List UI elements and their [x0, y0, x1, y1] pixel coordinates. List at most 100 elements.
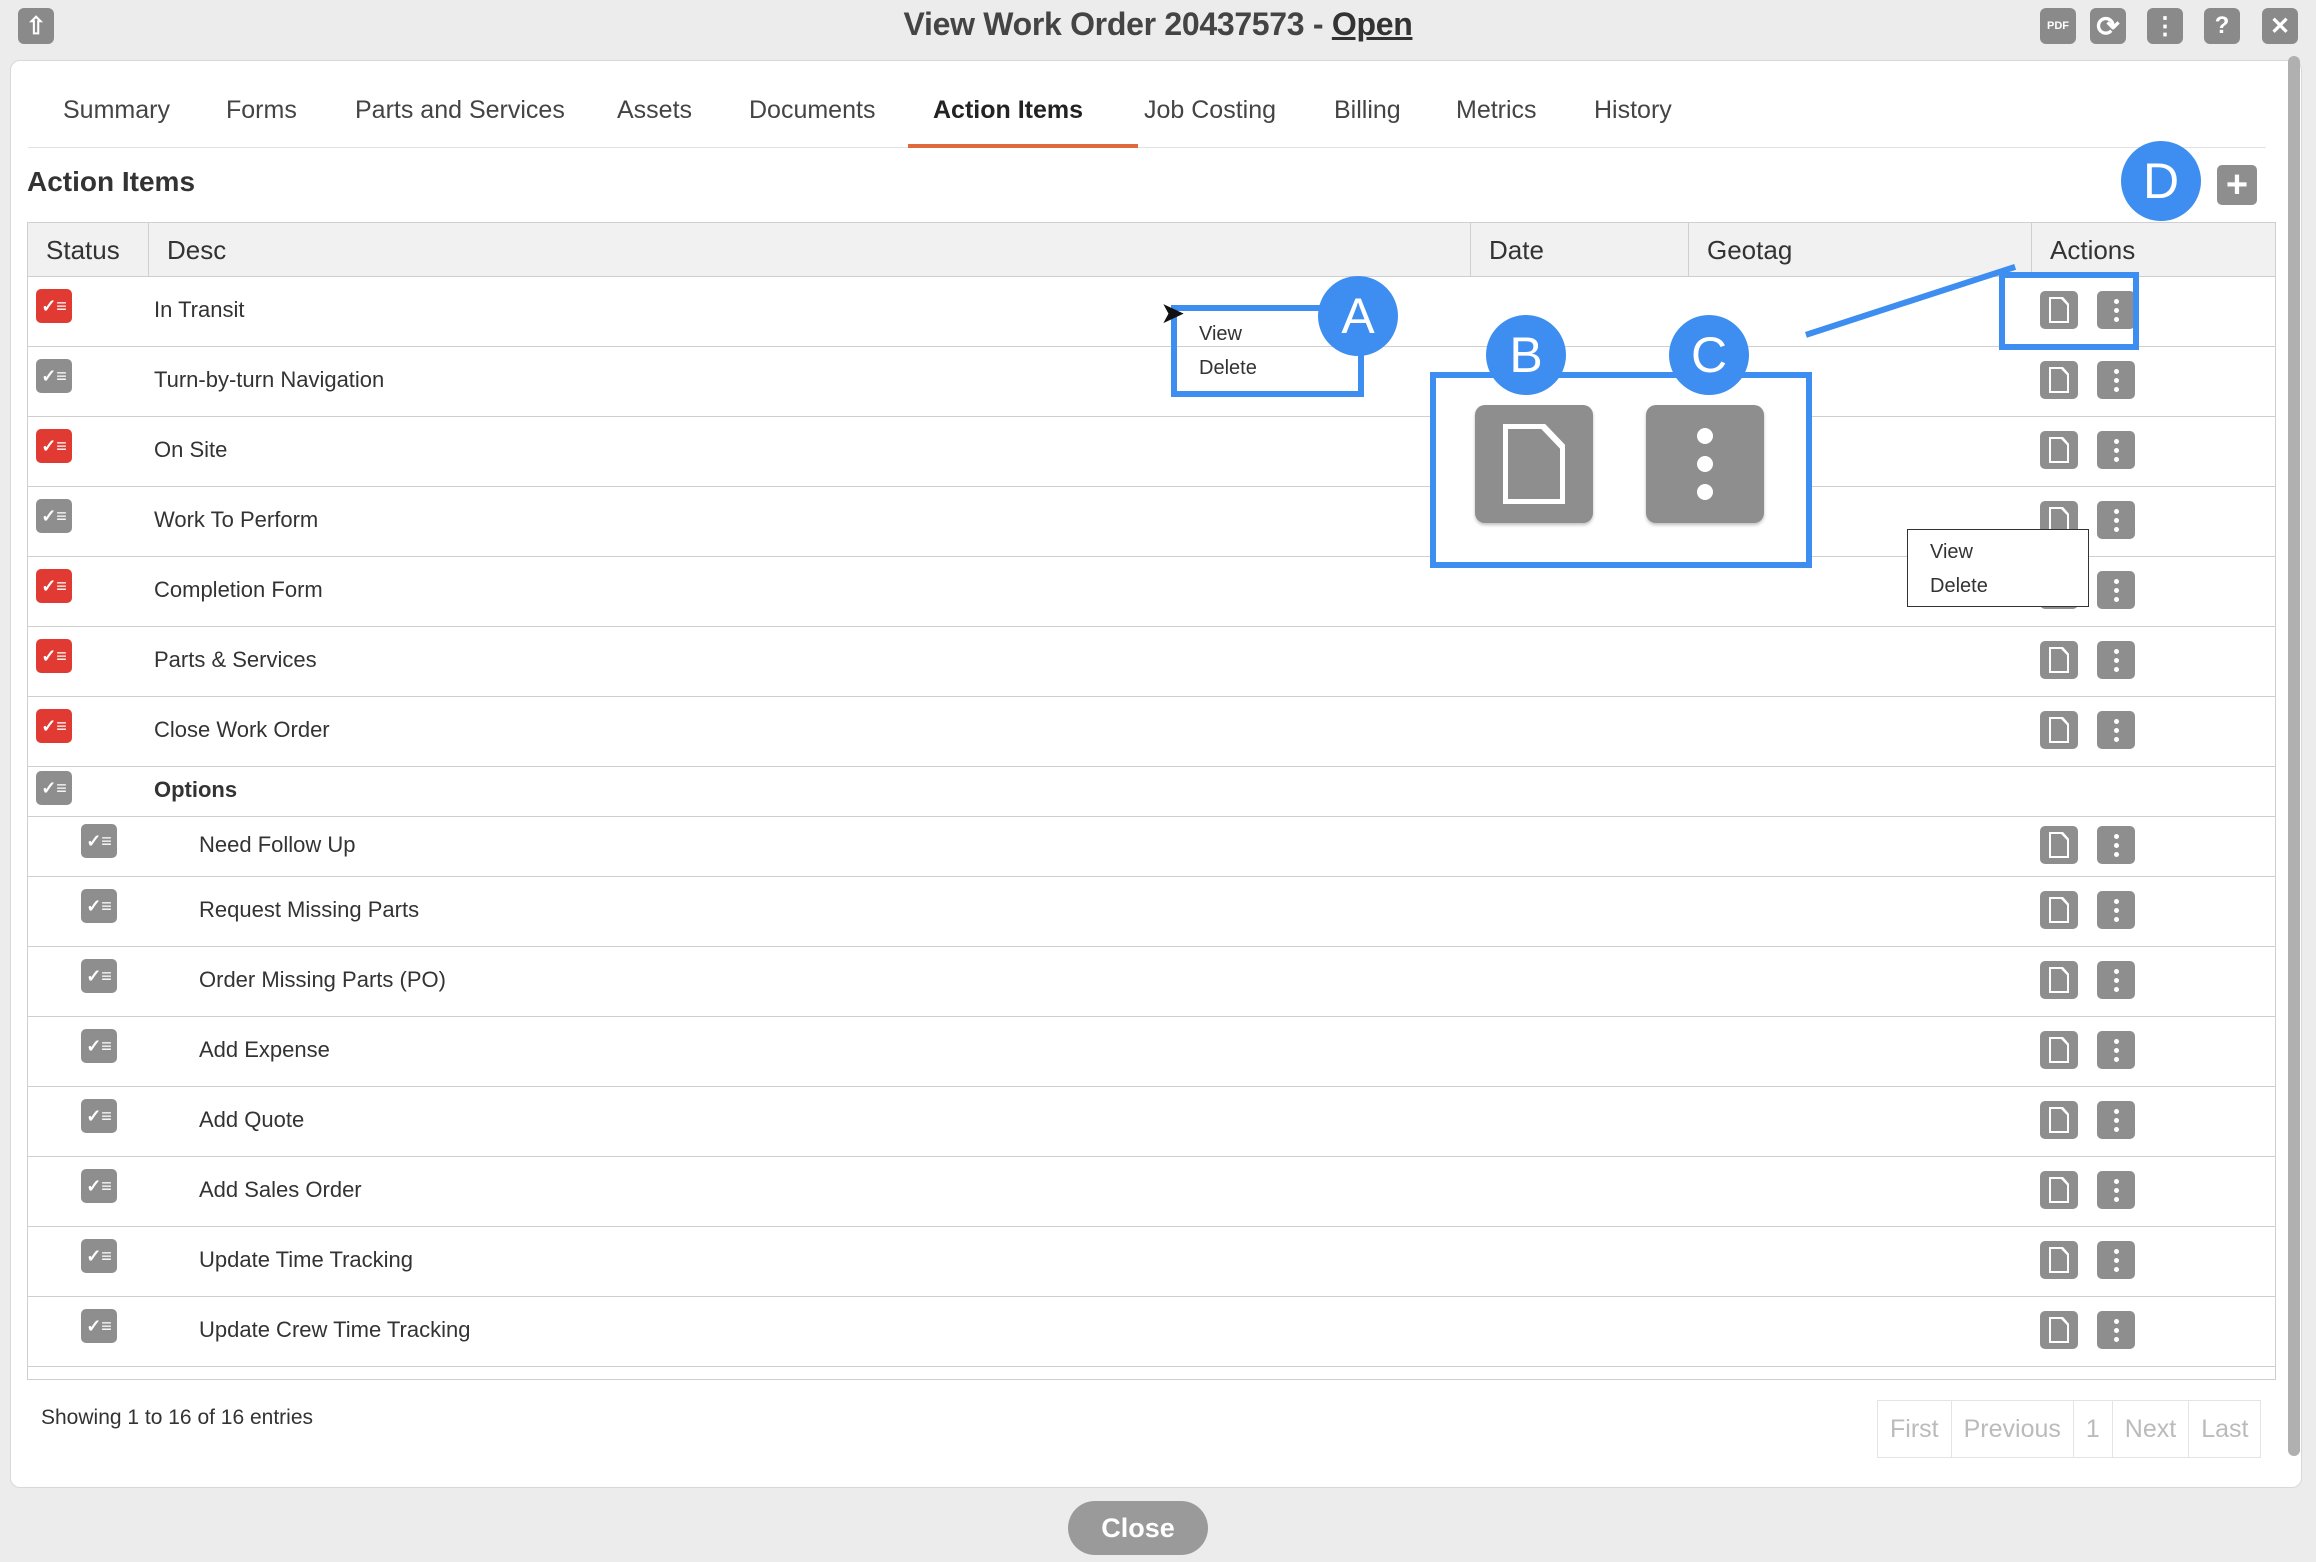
view-document-icon[interactable]: [2040, 826, 2078, 864]
more-options-icon[interactable]: [2097, 571, 2135, 609]
more-options-icon[interactable]: [2097, 891, 2135, 929]
view-document-icon[interactable]: [2040, 711, 2078, 749]
view-document-icon[interactable]: [2040, 1171, 2078, 1209]
more-options-icon[interactable]: [2097, 641, 2135, 679]
status-checklist-icon[interactable]: ✓≡: [81, 824, 117, 858]
status-checklist-icon[interactable]: ✓≡: [36, 569, 72, 603]
status-checklist-icon[interactable]: ✓≡: [81, 1169, 117, 1203]
tab-parts-and-services[interactable]: Parts and Services: [355, 96, 565, 125]
close-icon[interactable]: ✕: [2262, 8, 2298, 44]
tab-summary[interactable]: Summary: [63, 96, 170, 125]
view-document-icon[interactable]: [2040, 961, 2078, 999]
pager-page-1[interactable]: 1: [2074, 1401, 2113, 1457]
table-row: ✓≡ Order Missing Parts (PO): [28, 947, 2275, 1017]
table-header: Status Desc Date Geotag Actions: [28, 223, 2275, 277]
table-row: ✓≡ Parts & Services: [28, 627, 2275, 697]
view-document-icon[interactable]: [2040, 1101, 2078, 1139]
add-action-item-button[interactable]: +: [2217, 165, 2257, 205]
more-options-icon[interactable]: [2097, 711, 2135, 749]
table-row: ✓≡ Add Expense: [28, 1017, 2275, 1087]
view-document-icon[interactable]: [2040, 1031, 2078, 1069]
tab-documents[interactable]: Documents: [749, 96, 875, 125]
enlarged-view-document-icon: [1475, 405, 1593, 523]
row-desc: Options: [154, 777, 238, 802]
tab-billing[interactable]: Billing: [1334, 96, 1401, 125]
annotation-badge-b: B: [1486, 315, 1566, 395]
scrollbar[interactable]: [2288, 56, 2300, 1456]
row-desc: Need Follow Up: [199, 832, 356, 857]
column-header-status[interactable]: Status: [28, 223, 148, 277]
tab-assets[interactable]: Assets: [617, 96, 692, 125]
row-menu-item-view[interactable]: View: [1930, 541, 1973, 564]
view-document-icon[interactable]: [2040, 431, 2078, 469]
status-checklist-icon[interactable]: ✓≡: [36, 359, 72, 393]
table-row: ✓≡ Update Time Tracking: [28, 1227, 2275, 1297]
more-icon[interactable]: ⋮: [2147, 8, 2183, 44]
column-header-geotag[interactable]: Geotag: [1688, 223, 2031, 277]
tab-action-items[interactable]: Action Items: [933, 96, 1083, 125]
more-options-icon[interactable]: [2097, 1311, 2135, 1349]
view-document-icon[interactable]: [2040, 641, 2078, 679]
more-options-icon[interactable]: [2097, 1101, 2135, 1139]
status-checklist-icon[interactable]: ✓≡: [81, 959, 117, 993]
active-tab-underline: [908, 144, 1138, 148]
status-checklist-icon[interactable]: ✓≡: [81, 1099, 117, 1133]
row-desc: Update Crew Time Tracking: [199, 1317, 471, 1342]
action-items-table: Status Desc Date Geotag Actions ✓≡ In Tra…: [27, 222, 2276, 1380]
view-document-icon[interactable]: [2040, 361, 2078, 399]
work-order-title: View Work Order 20437573: [903, 6, 1305, 42]
work-order-status-link[interactable]: Open: [1332, 6, 1413, 42]
row-desc: Order Missing Parts (PO): [199, 967, 446, 992]
column-header-actions: Actions: [2031, 223, 2277, 277]
pager-last[interactable]: Last: [2189, 1401, 2260, 1457]
row-desc: Turn-by-turn Navigation: [154, 367, 385, 392]
pager-next[interactable]: Next: [2113, 1401, 2190, 1457]
refresh-icon[interactable]: ⟳: [2090, 8, 2126, 44]
close-button[interactable]: Close: [1068, 1501, 1208, 1555]
table-group-row: ✓≡ Options: [28, 767, 2275, 817]
column-header-desc[interactable]: Desc: [148, 223, 1470, 277]
view-document-icon[interactable]: [2040, 1311, 2078, 1349]
more-options-icon[interactable]: [2097, 501, 2135, 539]
mouse-pointer-icon: ➤: [1160, 297, 1186, 330]
more-options-icon[interactable]: [2097, 1031, 2135, 1069]
status-checklist-icon[interactable]: ✓≡: [36, 771, 72, 805]
status-checklist-icon[interactable]: ✓≡: [81, 1239, 117, 1273]
view-document-icon[interactable]: [2040, 891, 2078, 929]
tab-forms[interactable]: Forms: [226, 96, 297, 125]
status-checklist-icon[interactable]: ✓≡: [81, 889, 117, 923]
tab-history[interactable]: History: [1594, 96, 1672, 125]
view-document-icon[interactable]: [2040, 1241, 2078, 1279]
tab-bar: Summary Forms Parts and Services Assets …: [28, 86, 2266, 148]
more-options-icon[interactable]: [2097, 826, 2135, 864]
table-row: ✓≡ Request Missing Parts: [28, 877, 2275, 947]
status-checklist-icon[interactable]: ✓≡: [36, 639, 72, 673]
pdf-icon[interactable]: PDF: [2040, 8, 2076, 44]
status-checklist-icon[interactable]: ✓≡: [36, 709, 72, 743]
row-desc: Add Sales Order: [199, 1177, 362, 1202]
pager-previous[interactable]: Previous: [1952, 1401, 2074, 1457]
more-options-icon[interactable]: [2097, 361, 2135, 399]
status-checklist-icon[interactable]: ✓≡: [36, 429, 72, 463]
status-checklist-icon[interactable]: ✓≡: [81, 1309, 117, 1343]
row-desc: Parts & Services: [154, 647, 317, 672]
title-separator: -: [1304, 6, 1332, 42]
pager-first[interactable]: First: [1878, 1401, 1952, 1457]
status-checklist-icon[interactable]: ✓≡: [36, 289, 72, 323]
more-options-icon[interactable]: [2097, 1171, 2135, 1209]
tab-job-costing[interactable]: Job Costing: [1144, 96, 1276, 125]
help-icon[interactable]: ?: [2204, 8, 2240, 44]
table-row: ✓≡ Need Follow Up: [28, 817, 2275, 877]
window-title: View Work Order 20437573 - Open: [0, 6, 2316, 43]
pagination: First Previous 1 Next Last: [1877, 1400, 2262, 1458]
row-menu-item-delete[interactable]: Delete: [1930, 575, 1988, 598]
column-header-date[interactable]: Date: [1470, 223, 1688, 277]
more-options-icon[interactable]: [2097, 431, 2135, 469]
more-options-icon[interactable]: [2097, 961, 2135, 999]
more-options-icon[interactable]: [2097, 1241, 2135, 1279]
status-checklist-icon[interactable]: ✓≡: [36, 499, 72, 533]
status-checklist-icon[interactable]: ✓≡: [81, 1029, 117, 1063]
tab-metrics[interactable]: Metrics: [1456, 96, 1537, 125]
row-desc: Request Missing Parts: [199, 897, 420, 922]
table-row: ✓≡ Add Quote: [28, 1087, 2275, 1157]
